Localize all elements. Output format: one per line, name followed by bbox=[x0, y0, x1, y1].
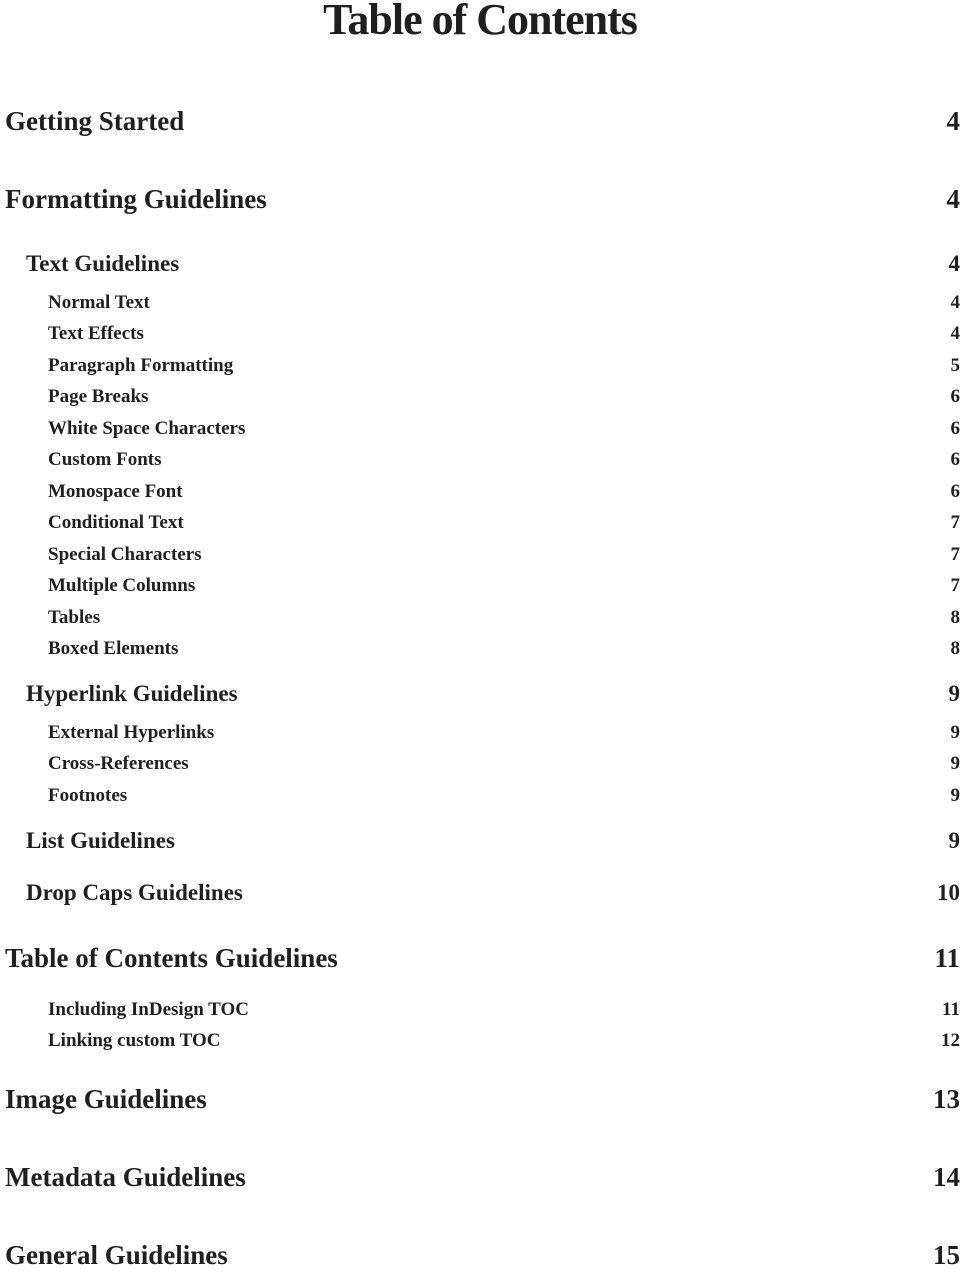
toc-entry-text-effects[interactable]: Text Effects 4 bbox=[0, 323, 960, 345]
toc-entry-label: Including InDesign TOC bbox=[48, 999, 249, 1020]
toc-entry-boxed-elements[interactable]: Boxed Elements 8 bbox=[0, 638, 960, 660]
toc-entry-page: 6 bbox=[950, 449, 960, 470]
toc-entry-paragraph-formatting[interactable]: Paragraph Formatting 5 bbox=[0, 355, 960, 377]
page-title: Table of Contents bbox=[323, 0, 638, 44]
toc-entry-label: Multiple Columns bbox=[48, 575, 196, 596]
toc-entry-hyperlink-guidelines[interactable]: Hyperlink Guidelines 9 bbox=[0, 681, 960, 707]
toc-entry-page: 15 bbox=[933, 1240, 960, 1270]
toc-entry-label: Text Guidelines bbox=[26, 251, 180, 276]
toc-entry-page: 12 bbox=[941, 1030, 960, 1051]
toc-entry-getting-started[interactable]: Getting Started 4 bbox=[0, 106, 960, 137]
toc-entry-conditional-text[interactable]: Conditional Text 7 bbox=[0, 512, 960, 534]
toc-entry-tables[interactable]: Tables 8 bbox=[0, 607, 960, 629]
toc-entry-drop-caps-guidelines[interactable]: Drop Caps Guidelines 10 bbox=[0, 880, 960, 906]
toc-entry-label: Custom Fonts bbox=[48, 449, 162, 470]
toc-entry-label: Normal Text bbox=[48, 292, 150, 313]
toc-entry-page: 4 bbox=[950, 292, 960, 313]
toc-entry-external-hyperlinks[interactable]: External Hyperlinks 9 bbox=[0, 722, 960, 744]
toc-entry-label: Special Characters bbox=[48, 544, 202, 565]
toc-entry-page: 6 bbox=[950, 418, 960, 439]
toc-entry-monospace-font[interactable]: Monospace Font 6 bbox=[0, 481, 960, 503]
toc-entry-normal-text[interactable]: Normal Text 4 bbox=[0, 292, 960, 314]
toc-entry-label: Footnotes bbox=[48, 785, 128, 806]
toc-entry-page: 11 bbox=[942, 999, 960, 1020]
toc-entry-label: Text Effects bbox=[48, 323, 144, 344]
toc-entry-page: 4 bbox=[950, 323, 960, 344]
toc-entry-label: Cross-References bbox=[48, 753, 189, 774]
toc-entry-page: 9 bbox=[948, 681, 960, 706]
toc-entry-page: 9 bbox=[950, 722, 960, 743]
toc-entry-label: White Space Characters bbox=[48, 418, 246, 439]
toc-entry-label: Getting Started bbox=[5, 106, 185, 136]
toc-entry-page: 8 bbox=[950, 638, 960, 659]
toc-entry-page: 11 bbox=[934, 943, 960, 973]
toc-entry-page: 13 bbox=[933, 1084, 960, 1114]
toc-entry-page: 5 bbox=[950, 355, 960, 376]
toc-entry-label: List Guidelines bbox=[26, 828, 175, 853]
toc-entry-metadata-guidelines[interactable]: Metadata Guidelines 14 bbox=[0, 1162, 960, 1193]
toc-entry-label: Image Guidelines bbox=[5, 1084, 207, 1114]
toc-entry-special-characters[interactable]: Special Characters 7 bbox=[0, 544, 960, 566]
toc-entry-label: Monospace Font bbox=[48, 481, 183, 502]
toc-entry-table-of-contents-guidelines[interactable]: Table of Contents Guidelines 11 bbox=[0, 943, 960, 974]
toc-entry-image-guidelines[interactable]: Image Guidelines 13 bbox=[0, 1084, 960, 1115]
toc-entry-page: 6 bbox=[950, 481, 960, 502]
toc-entry-page: 7 bbox=[950, 544, 960, 565]
toc-entry-formatting-guidelines[interactable]: Formatting Guidelines 4 bbox=[0, 184, 960, 215]
toc-entry-label: Conditional Text bbox=[48, 512, 184, 533]
toc-entry-label: Tables bbox=[48, 607, 101, 628]
toc-entry-page: 9 bbox=[950, 753, 960, 774]
toc-entry-label: Metadata Guidelines bbox=[5, 1162, 246, 1192]
toc-entry-label: Linking custom TOC bbox=[48, 1030, 221, 1051]
toc-entry-label: Paragraph Formatting bbox=[48, 355, 234, 376]
toc-entry-linking-custom-toc[interactable]: Linking custom TOC 12 bbox=[0, 1030, 960, 1052]
toc-entry-text-guidelines[interactable]: Text Guidelines 4 bbox=[0, 251, 960, 277]
toc-entry-page: 6 bbox=[950, 386, 960, 407]
toc-entry-label: Table of Contents Guidelines bbox=[5, 943, 338, 973]
toc-entry-page: 4 bbox=[946, 106, 960, 136]
toc-entry-label: General Guidelines bbox=[5, 1240, 228, 1270]
toc-entry-page: 10 bbox=[937, 880, 960, 905]
toc-entry-page: 4 bbox=[948, 251, 960, 276]
toc-entry-label: Drop Caps Guidelines bbox=[26, 880, 243, 905]
toc-entry-general-guidelines[interactable]: General Guidelines 15 bbox=[0, 1240, 960, 1271]
toc-entry-list-guidelines[interactable]: List Guidelines 9 bbox=[0, 828, 960, 854]
toc-entry-page: 9 bbox=[948, 828, 960, 853]
toc-entry-page: 8 bbox=[950, 607, 960, 628]
toc-entry-multiple-columns[interactable]: Multiple Columns 7 bbox=[0, 575, 960, 597]
toc-entry-page-breaks[interactable]: Page Breaks 6 bbox=[0, 386, 960, 408]
toc-entry-label: External Hyperlinks bbox=[48, 722, 215, 743]
toc-entry-page: 9 bbox=[950, 785, 960, 806]
toc-entry-page: 7 bbox=[950, 512, 960, 533]
toc-entry-page: 14 bbox=[933, 1162, 960, 1192]
toc-entry-custom-fonts[interactable]: Custom Fonts 6 bbox=[0, 449, 960, 471]
toc-entry-footnotes[interactable]: Footnotes 9 bbox=[0, 785, 960, 807]
toc-entry-label: Boxed Elements bbox=[48, 638, 179, 659]
toc-entry-page: 4 bbox=[946, 184, 960, 214]
toc-entry-label: Page Breaks bbox=[48, 386, 149, 407]
toc-entry-label: Hyperlink Guidelines bbox=[26, 681, 238, 706]
toc-entry-white-space-characters[interactable]: White Space Characters 6 bbox=[0, 418, 960, 440]
toc-entry-including-indesign-toc[interactable]: Including InDesign TOC 11 bbox=[0, 999, 960, 1021]
toc-entry-cross-references[interactable]: Cross-References 9 bbox=[0, 753, 960, 775]
toc-entry-label: Formatting Guidelines bbox=[5, 184, 267, 214]
toc-entry-page: 7 bbox=[950, 575, 960, 596]
